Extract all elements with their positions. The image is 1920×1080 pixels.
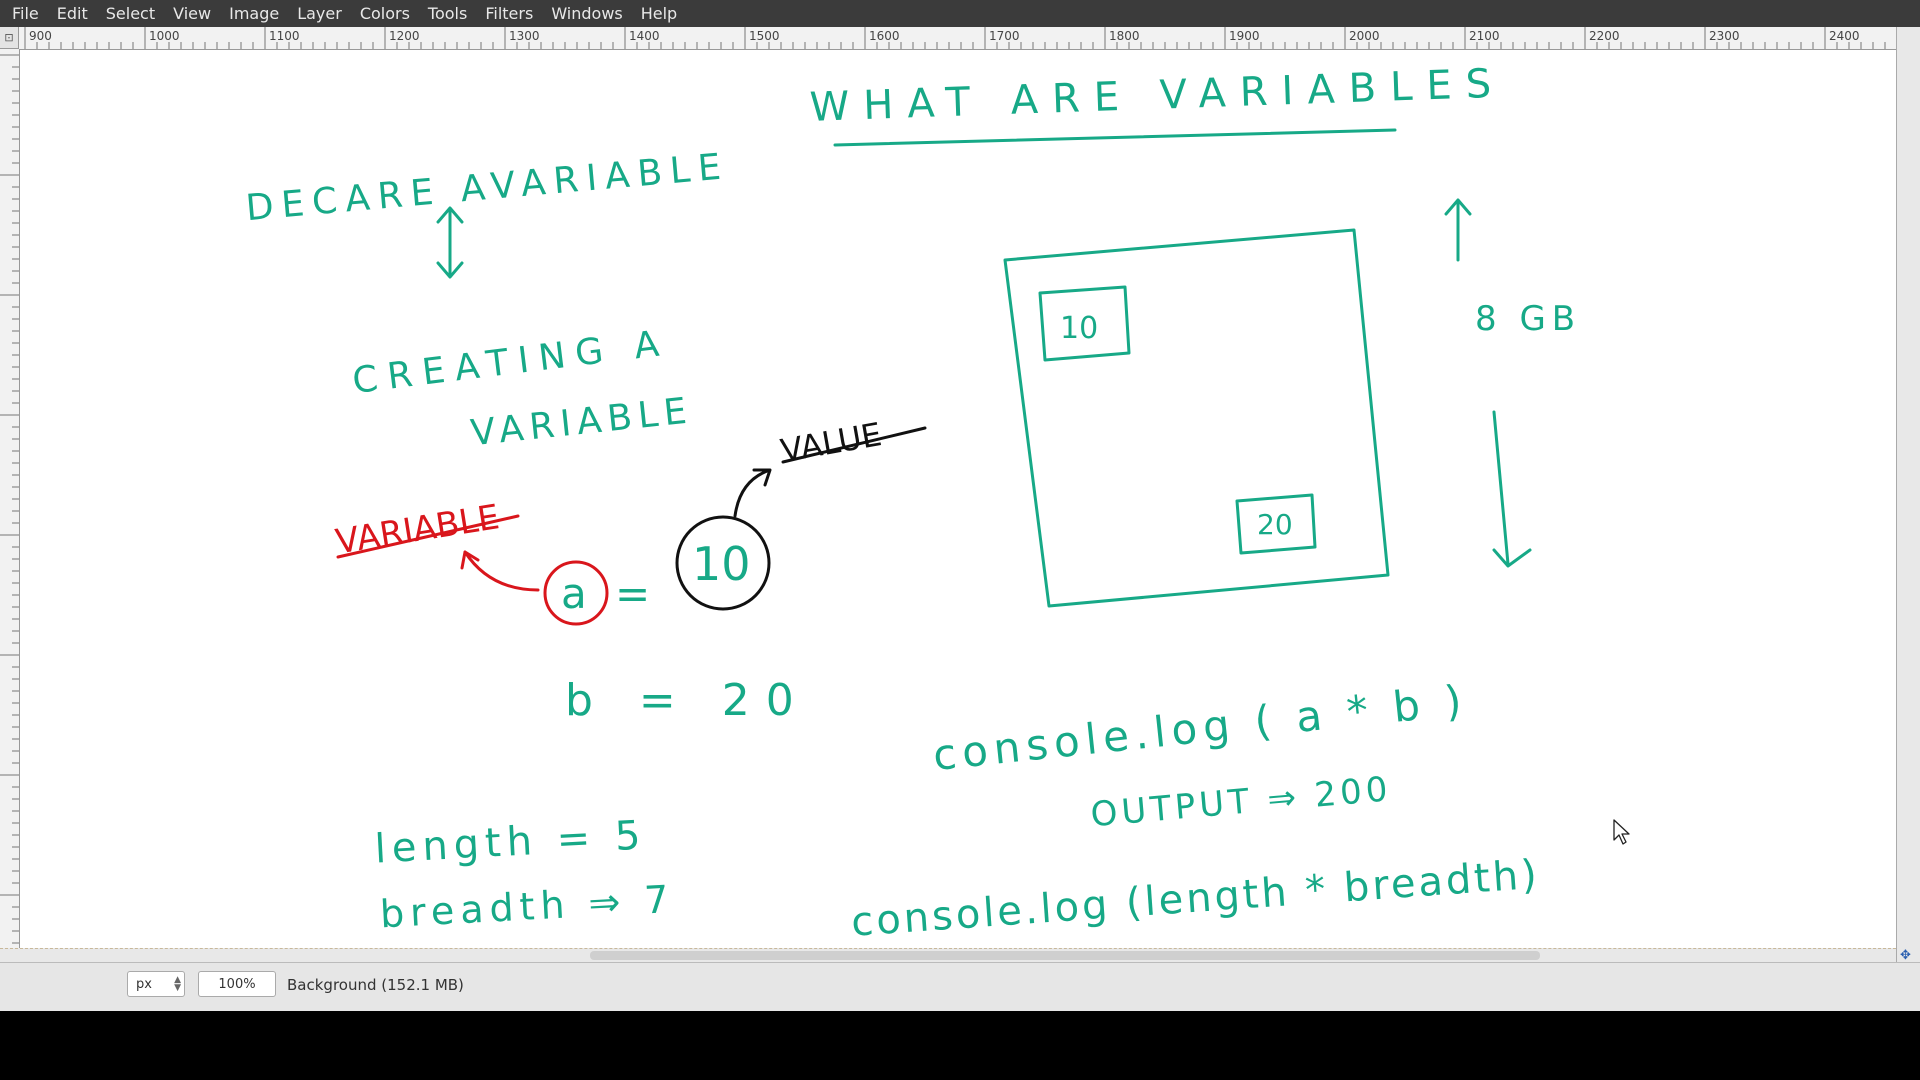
ruler-label: 1900 — [1229, 29, 1260, 43]
creating-text-line2: VARIABLE — [469, 390, 695, 454]
navigate-icon[interactable]: ✥ — [1900, 949, 1916, 962]
zoom-field[interactable]: 100% — [198, 971, 276, 997]
title-text: WHAT ARE VARIABLES — [809, 61, 1506, 131]
menu-image[interactable]: Image — [223, 4, 291, 23]
menu-layer[interactable]: Layer — [291, 4, 354, 23]
zoom-value: 100% — [218, 977, 256, 992]
whiteboard-drawing: WHAT ARE VARIABLES DECARE AVARIABLE CREA… — [244, 61, 1630, 946]
console-ab-text: console.log ( a * b ) — [931, 675, 1470, 780]
menu-bar: File Edit Select View Image Layer Colors… — [0, 0, 1920, 27]
down-arrow-icon — [1492, 410, 1532, 568]
double-arrow-icon — [436, 206, 464, 279]
ruler-corner-button[interactable]: ⊡ — [0, 27, 19, 49]
spin-arrows-icon: ▲ ▼ — [174, 975, 181, 993]
ruler-label: 1100 — [269, 29, 300, 43]
memory-box — [1003, 228, 1390, 608]
horizontal-ruler[interactable]: 900 1000 1100 1200 1300 1400 1500 1600 1… — [19, 27, 1896, 50]
ruler-label: 1000 — [149, 29, 180, 43]
image-canvas[interactable]: WHAT ARE VARIABLES DECARE AVARIABLE CREA… — [20, 50, 1896, 948]
mouse-cursor-icon — [1613, 819, 1630, 845]
unit-value: px — [136, 977, 152, 992]
memory-cell-20-text: 20 — [1257, 508, 1293, 541]
layer-info: Background (152.1 MB) — [287, 976, 464, 994]
menu-view[interactable]: View — [167, 4, 223, 23]
ruler-label: 1400 — [629, 29, 660, 43]
ruler-label: 2200 — [1589, 29, 1620, 43]
ruler-label: 1500 — [749, 29, 780, 43]
menu-windows[interactable]: Windows — [545, 4, 634, 23]
ruler-label: 1200 — [389, 29, 420, 43]
vertical-ruler[interactable] — [0, 49, 20, 949]
ruler-label: 1700 — [989, 29, 1020, 43]
ruler-label: 2400 — [1829, 29, 1860, 43]
unit-select[interactable]: px ▲ ▼ — [127, 971, 185, 997]
ruler-label: 900 — [29, 29, 52, 43]
horizontal-scrollbar[interactable] — [0, 948, 1896, 963]
output-text: OUTPUT ⇒ 200 — [1089, 769, 1393, 835]
breadth-assign-text: breadth ⇒ 7 — [379, 877, 676, 936]
declare-text: DECARE AVARIABLE — [244, 146, 730, 229]
vruler-ticks — [0, 54, 19, 944]
ruler-label: 1300 — [509, 29, 540, 43]
status-bar: px ▲ ▼ 100% Background (152.1 MB) — [0, 962, 1920, 1011]
menu-help[interactable]: Help — [635, 4, 689, 23]
menu-edit[interactable]: Edit — [51, 4, 100, 23]
ruler-label: 2100 — [1469, 29, 1500, 43]
ruler-label: 2300 — [1709, 29, 1740, 43]
ruler-label: 1600 — [869, 29, 900, 43]
menu-tools[interactable]: Tools — [422, 4, 479, 23]
memory-cell-10-text: 10 — [1060, 311, 1098, 346]
value-10-text: 10 — [692, 537, 751, 591]
equals-text: = — [615, 569, 650, 618]
menu-select[interactable]: Select — [100, 4, 167, 23]
b-assign-text: b = 20 — [565, 675, 810, 726]
value-arrow-icon — [733, 468, 772, 518]
ruler-label: 1800 — [1109, 29, 1140, 43]
memory-size-text: 8 GB — [1475, 299, 1581, 339]
horizontal-scrollbar-thumb[interactable] — [590, 951, 1540, 960]
title-underline — [833, 128, 1397, 147]
up-arrow-icon — [1444, 198, 1472, 262]
ruler-label: 2000 — [1349, 29, 1380, 43]
length-assign-text: length = 5 — [374, 812, 648, 872]
menu-file[interactable]: File — [6, 4, 51, 23]
var-a-text: a — [561, 569, 587, 618]
menu-colors[interactable]: Colors — [354, 4, 422, 23]
variable-arrow-icon — [460, 550, 540, 592]
menu-filters[interactable]: Filters — [479, 4, 545, 23]
vertical-scrollbar[interactable] — [1896, 27, 1920, 962]
creating-text-line1: CREATING A — [350, 323, 671, 402]
console-lb-text: console.log (length * breadth) — [850, 852, 1541, 946]
